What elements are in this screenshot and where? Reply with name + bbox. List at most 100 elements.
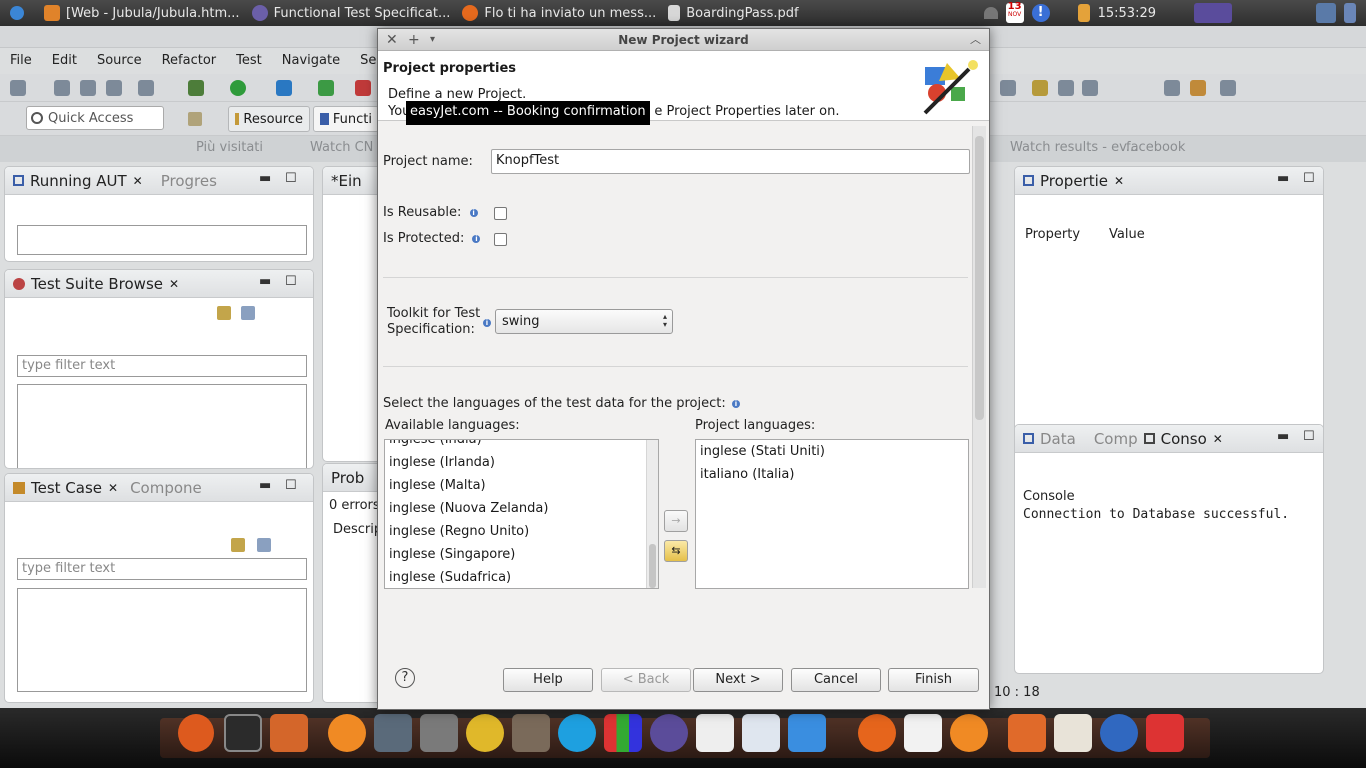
minimize-icon[interactable]: ▬: [259, 274, 271, 289]
list-item[interactable]: inglese (Stati Uniti): [700, 444, 825, 459]
remove-language-button[interactable]: ⇆: [664, 540, 688, 562]
wifi-icon[interactable]: [983, 7, 998, 19]
wand-icon[interactable]: [1032, 80, 1048, 96]
running-aut-tab[interactable]: Running AUT: [30, 172, 127, 190]
add-language-button[interactable]: →: [664, 510, 688, 532]
close-icon[interactable]: ✕: [386, 29, 398, 51]
office-icon[interactable]: [604, 714, 642, 752]
comp-tab[interactable]: Comp: [1094, 430, 1138, 448]
component-tab[interactable]: Compone: [130, 479, 202, 497]
home-folder-icon[interactable]: [1008, 714, 1046, 752]
calendar-icon[interactable]: 13 NOV: [1005, 2, 1024, 23]
teapot-icon[interactable]: [466, 714, 504, 752]
close-icon[interactable]: ✕: [108, 481, 118, 495]
is-reusable-checkbox[interactable]: [494, 207, 507, 220]
is-protected-checkbox[interactable]: [494, 233, 507, 246]
minimize-icon[interactable]: ▬: [1277, 171, 1289, 186]
list-scrollbar-thumb[interactable]: [649, 544, 656, 588]
toolkit-select[interactable]: swing ▴ ▾: [495, 309, 673, 334]
forward-icon[interactable]: [1220, 80, 1236, 96]
value-column-header[interactable]: Value: [1109, 227, 1145, 242]
paragraph-icon[interactable]: [1082, 80, 1098, 96]
minimize-icon[interactable]: ▬: [1277, 429, 1289, 444]
quick-access-field[interactable]: Quick Access: [26, 106, 164, 130]
close-icon[interactable]: ✕: [169, 277, 179, 291]
presentation-icon[interactable]: [696, 714, 734, 752]
session-icon[interactable]: [1194, 3, 1232, 23]
save-all-icon[interactable]: [80, 80, 96, 96]
minimize-icon[interactable]: ▬: [259, 478, 271, 493]
layout-icon[interactable]: [1058, 80, 1074, 96]
close-icon[interactable]: ✕: [1213, 432, 1223, 446]
power-icon[interactable]: [1344, 3, 1356, 23]
maximize-icon[interactable]: ☐: [1303, 429, 1315, 444]
collapse-icon[interactable]: ︿: [970, 29, 981, 51]
back-button[interactable]: < Back: [601, 668, 691, 692]
maximize-icon[interactable]: ☐: [285, 171, 297, 186]
project-name-input[interactable]: KnopfTest: [491, 149, 970, 174]
list-item[interactable]: inglese (Regno Unito): [389, 524, 529, 539]
update-icon[interactable]: [1146, 714, 1184, 752]
system-settings-icon[interactable]: [950, 714, 988, 752]
open-perspective-icon[interactable]: [188, 112, 202, 126]
perspective-functional-test[interactable]: Functi: [313, 106, 379, 132]
test-case-filter-input[interactable]: type filter text: [17, 558, 307, 580]
user-icon[interactable]: [1316, 3, 1336, 23]
text-file-icon[interactable]: [904, 714, 942, 752]
task-functional-test-spec[interactable]: Functional Test Specificat...: [246, 5, 457, 21]
menu-icon[interactable]: ▾: [430, 29, 435, 51]
menu-navigate[interactable]: Navigate: [272, 50, 350, 72]
print-icon[interactable]: [106, 80, 122, 96]
maximize-icon[interactable]: ☐: [285, 478, 297, 493]
list-item[interactable]: inglese (India): [389, 440, 482, 447]
next-button[interactable]: Next >: [693, 668, 783, 692]
list-item[interactable]: inglese (Singapore): [389, 547, 515, 562]
play-icon[interactable]: [276, 80, 292, 96]
link-editor-icon[interactable]: [217, 306, 231, 320]
new-icon[interactable]: [10, 80, 26, 96]
finish-button[interactable]: Finish: [888, 668, 979, 692]
close-icon[interactable]: ✕: [1114, 174, 1124, 188]
menu-source[interactable]: Source: [87, 50, 152, 72]
firefox-icon[interactable]: [858, 714, 896, 752]
gimp-icon[interactable]: [512, 714, 550, 752]
editor-tab[interactable]: *Ein: [331, 172, 362, 190]
clock[interactable]: 15:53:29: [1098, 6, 1156, 21]
link-editor-icon[interactable]: [231, 538, 245, 552]
save-icon[interactable]: [54, 80, 70, 96]
debug-icon[interactable]: [1000, 80, 1016, 96]
pencil-icon[interactable]: [1190, 80, 1206, 96]
property-column-header[interactable]: Property: [1025, 227, 1080, 242]
ubuntu-icon[interactable]: [178, 714, 214, 752]
list-scrollbar[interactable]: [646, 440, 658, 588]
task-boarding-pass[interactable]: BoardingPass.pdf: [662, 5, 804, 21]
wizard-vertical-scrollbar[interactable]: [972, 126, 986, 588]
list-item[interactable]: inglese (Nuova Zelanda): [389, 501, 548, 516]
add-icon[interactable]: +: [408, 29, 420, 51]
menu-edit[interactable]: Edit: [42, 50, 87, 72]
eclipse-icon[interactable]: [650, 714, 688, 752]
list-item[interactable]: italiano (Italia): [700, 467, 794, 482]
help-button[interactable]: Help: [503, 668, 593, 692]
test-suite-browser-tab[interactable]: Test Suite Browse: [31, 275, 163, 293]
minimize-icon[interactable]: ▬: [259, 171, 271, 186]
menu-refactor[interactable]: Refactor: [152, 50, 227, 72]
list-item[interactable]: inglese (Malta): [389, 478, 486, 493]
grid-icon[interactable]: [1164, 80, 1180, 96]
collapse-icon[interactable]: [241, 306, 255, 320]
menu-file[interactable]: File: [0, 50, 42, 72]
battery-icon[interactable]: [1077, 4, 1090, 22]
test-suite-filter-input[interactable]: type filter text: [17, 355, 307, 377]
problems-tab[interactable]: Prob: [331, 469, 364, 487]
close-icon[interactable]: ✕: [133, 174, 143, 188]
project-languages-list[interactable]: inglese (Stati Uniti) italiano (Italia): [695, 439, 969, 589]
task-firefox-message[interactable]: Flo ti ha inviato un mess...: [456, 5, 662, 21]
console-tab[interactable]: Conso: [1161, 430, 1207, 448]
dropbox-icon[interactable]: [788, 714, 826, 752]
perspective-resource[interactable]: Resource: [228, 106, 310, 132]
task-web-jubula[interactable]: [Web - Jubula/Jubula.htm...: [4, 5, 246, 21]
alert-icon[interactable]: !: [1031, 4, 1050, 22]
calculator-icon[interactable]: [420, 714, 458, 752]
collapse-icon[interactable]: [257, 538, 271, 552]
properties-tab[interactable]: Propertie: [1040, 172, 1108, 190]
